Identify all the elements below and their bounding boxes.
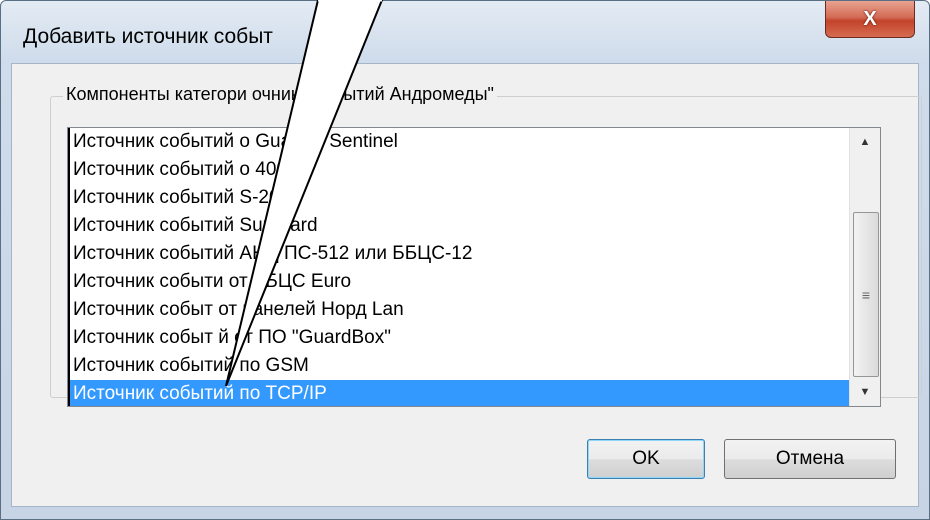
close-icon: X [863,7,877,30]
groupbox-label: Компоненты категори очники событий Андро… [63,84,497,105]
window-title: Добавить источник событ [23,25,273,48]
event-source-listbox[interactable]: Источник событий о Guard и Sentinel Источ… [67,127,881,407]
vertical-scrollbar[interactable]: ▲ ≡ ▼ [849,128,880,406]
close-button[interactable]: X [825,1,915,38]
cancel-button[interactable]: Отмена [724,439,896,479]
list-item[interactable]: Источник событ й от ПО "GuardBox" [68,324,850,352]
list-item[interactable]: Источник событий Sur-Gard [68,212,850,240]
list-item[interactable]: Источник событ от панелей Норд Lan [68,296,850,324]
dialog-window: Добавить источник событ X Компоненты кат… [0,0,930,520]
scroll-up-icon[interactable]: ▲ [850,128,880,156]
list-item[interactable]: Источник событий S-200 [68,184,850,212]
listbox-items: Источник событий о Guard и Sentinel Источ… [68,128,850,406]
list-item[interactable]: Источник событий о Guard и Sentinel [68,128,850,156]
title-bar[interactable]: Добавить источник событ X [1,1,929,63]
list-item[interactable]: Источник событи от ББЦС Euro [68,268,850,296]
scroll-down-icon[interactable]: ▼ [850,378,880,406]
scroll-thumb[interactable]: ≡ [853,212,879,377]
list-item[interactable]: Источник событий по GSM [68,352,850,380]
components-groupbox: Компоненты категори очники событий Андро… [50,84,922,407]
grip-icon: ≡ [861,286,871,303]
ok-button[interactable]: OK [587,439,705,479]
dialog-body: Компоненты категори очники событий Андро… [11,63,922,507]
list-item[interactable]: Источник событий о 4000 [68,156,850,184]
list-item[interactable]: Источник событий АНД ПС-512 или ББЦС-12 [68,240,850,268]
list-item[interactable]: Источник событий по TCP/IP [68,380,850,406]
